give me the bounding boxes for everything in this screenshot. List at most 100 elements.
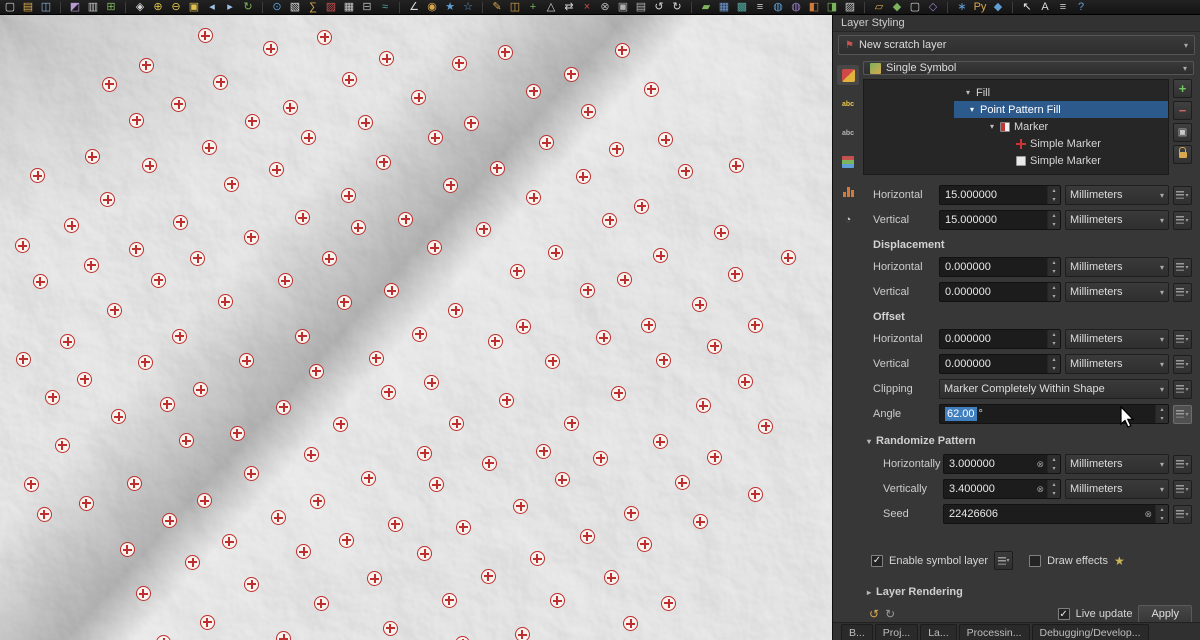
show-bookmarks-icon[interactable]: ☆: [461, 1, 475, 14]
data-defined-override-button[interactable]: ▾: [1173, 380, 1192, 399]
plugin-manager-icon[interactable]: ◆: [991, 1, 1005, 14]
symbol-tree-row-marker[interactable]: ▾ Marker: [954, 118, 1168, 135]
redo-style-icon[interactable]: ↻: [885, 607, 895, 621]
symbol-tree-row-simple-marker-2[interactable]: Simple Marker: [954, 152, 1168, 169]
tab-processing[interactable]: Processin...: [959, 624, 1030, 640]
tab-debugging[interactable]: Debugging/Develop...: [1032, 624, 1149, 640]
map-tips-icon[interactable]: ◉: [425, 1, 439, 14]
add-delimited-text-icon[interactable]: ≡: [753, 1, 767, 14]
spin-arrows[interactable]: ▴▾: [1155, 505, 1168, 523]
section-randomize-pattern[interactable]: ▾ Randomize Pattern: [867, 435, 1192, 447]
move-feature-icon[interactable]: ⇄: [562, 1, 576, 14]
new-shapefile-icon[interactable]: ▱: [872, 1, 886, 14]
annotation-icon[interactable]: A: [1038, 1, 1052, 14]
cut-features-icon[interactable]: ⊗: [598, 1, 612, 14]
add-xyz-layer-icon[interactable]: ▨: [843, 1, 857, 14]
symbol-tree-row-point-pattern-fill[interactable]: ▾ Point Pattern Fill: [954, 101, 1168, 118]
new-geopackage-icon[interactable]: ◆: [890, 1, 904, 14]
map-canvas[interactable]: [0, 15, 832, 640]
field-calculator-icon[interactable]: ⊟: [360, 1, 374, 14]
layout-manager-icon[interactable]: ▥: [86, 1, 100, 14]
expand-arrow-icon[interactable]: ▾: [964, 88, 972, 97]
open-project-icon[interactable]: ▤: [21, 1, 35, 14]
style-manager-icon[interactable]: ◩: [68, 1, 82, 14]
effects-customize-icon[interactable]: ★: [1114, 554, 1125, 568]
pan-map-icon[interactable]: ◈: [133, 1, 147, 14]
spin-arrows[interactable]: ▴▾: [1047, 455, 1060, 473]
masks-tab[interactable]: abc: [837, 123, 859, 143]
data-defined-override-button[interactable]: ▾: [1173, 283, 1192, 302]
randomize-horizontal-spinbox[interactable]: 3.000000 ⊗ ▴▾: [943, 454, 1061, 474]
add-wms-layer-icon[interactable]: ◧: [807, 1, 821, 14]
clear-override-icon[interactable]: ⊗: [1035, 484, 1045, 495]
vertical-spacing-spinbox[interactable]: 15.000000 ▴▾: [939, 210, 1061, 230]
save-project-icon[interactable]: ◫: [39, 1, 53, 14]
symbol-tree-row-fill[interactable]: ▾ Fill: [954, 84, 1168, 101]
python-console-icon[interactable]: Py: [973, 1, 987, 14]
symbology-tab[interactable]: [837, 65, 859, 85]
data-defined-override-button[interactable]: ▾: [1173, 211, 1192, 230]
horizontal-offset-spinbox[interactable]: 0.000000 ▴▾: [939, 329, 1061, 349]
spin-arrows[interactable]: ▴▾: [1047, 480, 1060, 498]
data-defined-override-button[interactable]: ▾: [1173, 355, 1192, 374]
horizontal-displacement-spinbox[interactable]: 0.000000 ▴▾: [939, 257, 1061, 277]
copy-features-icon[interactable]: ▣: [616, 1, 630, 14]
tab-layers[interactable]: La...: [920, 624, 956, 640]
unit-dropdown[interactable]: Millimeters▾: [1065, 354, 1169, 374]
unit-dropdown[interactable]: Millimeters▾: [1065, 282, 1169, 302]
data-defined-override-button[interactable]: ▾: [1173, 258, 1192, 277]
history-tab[interactable]: ◔: [837, 210, 859, 230]
clipping-dropdown[interactable]: Marker Completely Within Shape▾: [939, 379, 1169, 399]
data-defined-override-button[interactable]: ▾: [1173, 455, 1192, 474]
spin-arrows[interactable]: ▴▾: [1047, 186, 1060, 204]
labels-tab[interactable]: abc: [837, 94, 859, 114]
data-defined-override-button[interactable]: ▾: [1173, 480, 1192, 499]
unit-dropdown[interactable]: Millimeters▾: [1065, 479, 1169, 499]
data-defined-override-button[interactable]: ▾: [1173, 505, 1192, 524]
spin-arrows[interactable]: ▴▾: [1047, 283, 1060, 301]
paste-features-icon[interactable]: ▤: [634, 1, 648, 14]
processing-toolbox-icon[interactable]: ∗: [955, 1, 969, 14]
data-defined-override-button[interactable]: ▾: [1173, 186, 1192, 205]
undo-style-icon[interactable]: ↺: [869, 607, 879, 621]
zoom-next-icon[interactable]: ▸: [223, 1, 237, 14]
delete-selected-icon[interactable]: ×: [580, 1, 594, 14]
live-update-checkbox[interactable]: ✓: [1058, 608, 1070, 620]
add-postgis-layer-icon[interactable]: ◍: [771, 1, 785, 14]
add-mesh-layer-icon[interactable]: ▩: [735, 1, 749, 14]
select-by-expression-icon[interactable]: ∑: [306, 1, 320, 14]
data-defined-override-button[interactable]: ▾: [1173, 405, 1192, 424]
unit-dropdown[interactable]: Millimeters▾: [1065, 454, 1169, 474]
new-virtual-layer-icon[interactable]: ◇: [926, 1, 940, 14]
lock-symbol-layer-button[interactable]: [1173, 145, 1192, 164]
draw-effects-checkbox[interactable]: [1029, 555, 1041, 567]
expand-arrow-icon[interactable]: ▾: [968, 105, 976, 114]
spin-arrows[interactable]: ▴▾: [1047, 258, 1060, 276]
add-wfs-layer-icon[interactable]: ◨: [825, 1, 839, 14]
select-cursor-icon[interactable]: ↖: [1020, 1, 1034, 14]
unit-dropdown[interactable]: Millimeters▾: [1065, 185, 1169, 205]
spin-arrows[interactable]: ▴▾: [1047, 330, 1060, 348]
tab-browser[interactable]: B...: [841, 624, 873, 640]
add-spatialite-layer-icon[interactable]: ◍: [789, 1, 803, 14]
symbol-tree-row-simple-marker-1[interactable]: Simple Marker: [954, 135, 1168, 152]
clear-override-icon[interactable]: ⊗: [1143, 509, 1153, 520]
add-vector-layer-icon[interactable]: ▰: [699, 1, 713, 14]
enable-symbol-layer-checkbox[interactable]: ✓: [871, 555, 883, 567]
new-project-icon[interactable]: ▢: [3, 1, 17, 14]
vertex-tool-icon[interactable]: △: [544, 1, 558, 14]
data-defined-override-button[interactable]: ▾: [994, 551, 1013, 570]
new-scratch-layer-icon[interactable]: ▢: [908, 1, 922, 14]
horizontal-spacing-spinbox[interactable]: 15.000000 ▴▾: [939, 185, 1061, 205]
vertical-offset-spinbox[interactable]: 0.000000 ▴▾: [939, 354, 1061, 374]
redo-icon[interactable]: ↻: [670, 1, 684, 14]
attribute-table-icon[interactable]: ▦: [342, 1, 356, 14]
add-raster-layer-icon[interactable]: ▦: [717, 1, 731, 14]
unit-dropdown[interactable]: Millimeters▾: [1065, 329, 1169, 349]
statistics-icon[interactable]: ≈: [378, 1, 392, 14]
tab-project[interactable]: Proj...: [875, 624, 918, 640]
section-layer-rendering[interactable]: ▸ Layer Rendering: [867, 586, 1192, 598]
expand-arrow-icon[interactable]: ▾: [988, 122, 996, 131]
identify-features-icon[interactable]: ⊙: [270, 1, 284, 14]
seed-spinbox[interactable]: 22426606 ⊗ ▴▾: [943, 504, 1169, 524]
